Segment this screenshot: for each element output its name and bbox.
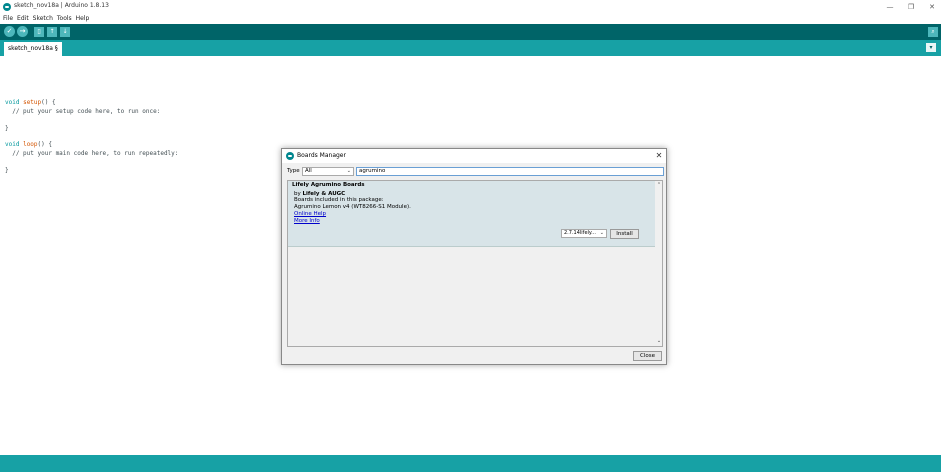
scroll-down-icon[interactable]: ⌄ — [655, 338, 662, 345]
menu-file[interactable]: File — [0, 14, 15, 23]
window-title-bar: sketch_nov18a | Arduino 1.8.13 — ❐ ✕ — [0, 0, 941, 14]
tab-menu-button[interactable]: ▾ — [926, 43, 936, 52]
search-input[interactable]: agrumino — [356, 167, 664, 176]
chevron-down-icon: ⌄ — [599, 230, 604, 236]
arduino-logo-icon — [286, 152, 294, 160]
close-window-button[interactable]: ✕ — [923, 1, 941, 13]
new-sketch-button[interactable]: ▯ — [34, 27, 44, 37]
tab-sketch[interactable]: sketch_nov18a § — [4, 42, 62, 56]
open-sketch-button[interactable]: ↑ — [47, 27, 57, 37]
menu-sketch[interactable]: Sketch — [31, 14, 55, 23]
menu-bar: File Edit Sketch Tools Help — [0, 14, 91, 23]
status-bar — [0, 455, 941, 472]
verify-button[interactable]: ✓ — [4, 26, 15, 37]
type-label: Type — [287, 168, 300, 174]
results-scrollbar[interactable]: ⌃ ⌄ — [655, 181, 662, 346]
menu-tools[interactable]: Tools — [55, 14, 74, 23]
dialog-title-bar: Boards Manager ✕ — [282, 149, 666, 163]
code-function: setup — [23, 99, 42, 106]
upload-button[interactable]: → — [17, 26, 28, 37]
code-keyword: void — [5, 99, 20, 106]
dialog-close-icon[interactable]: ✕ — [654, 150, 664, 162]
arduino-ide-window: sketch_nov18a | Arduino 1.8.13 — ❐ ✕ Fil… — [0, 0, 941, 472]
boards-manager-dialog: Boards Manager ✕ Type All ⌄ agrumino Lif… — [281, 148, 667, 365]
scroll-up-icon[interactable]: ⌃ — [655, 182, 662, 189]
install-button[interactable]: Install — [610, 229, 639, 239]
code-comment: // put your setup code here, to run once… — [5, 108, 161, 115]
boards-included-label: Boards included in this package: — [294, 197, 384, 203]
code-text: () { — [41, 99, 56, 106]
code-text: () { — [37, 141, 52, 148]
save-sketch-button[interactable]: ↓ — [60, 27, 70, 37]
package-name: Lifely Agrumino Boards — [292, 182, 365, 188]
serial-monitor-button[interactable]: ⌕ — [928, 27, 938, 37]
arduino-logo-icon — [3, 3, 11, 11]
menu-edit[interactable]: Edit — [15, 14, 31, 23]
code-line: } — [5, 167, 9, 174]
menu-help[interactable]: Help — [74, 14, 92, 23]
close-button[interactable]: Close — [633, 351, 662, 361]
list-item[interactable]: Lifely Agrumino Boards by Lifely & AUGC … — [288, 181, 655, 247]
type-select-value: All — [305, 168, 312, 174]
code-line: } — [5, 125, 9, 132]
minimize-button[interactable]: — — [881, 1, 899, 13]
code-keyword: void — [5, 141, 20, 148]
code-comment: // put your main code here, to run repea… — [5, 150, 179, 157]
results-list[interactable]: Lifely Agrumino Boards by Lifely & AUGC … — [287, 180, 663, 347]
version-select-value: 2.7.14lifely... — [564, 230, 596, 236]
code-line: void setup() { — [5, 99, 56, 106]
toolbar: ✓ → ▯ ↑ ↓ ⌕ — [0, 24, 941, 40]
version-select[interactable]: 2.7.14lifely... ⌄ — [561, 229, 607, 238]
tab-bar: sketch_nov18a § ▾ — [0, 40, 941, 56]
window-title: sketch_nov18a | Arduino 1.8.13 — [14, 2, 109, 9]
boards-list: Agrumino Lemon v4 (WT8266-S1 Module). — [294, 204, 411, 210]
type-select[interactable]: All ⌄ — [302, 167, 354, 176]
dialog-title: Boards Manager — [297, 152, 346, 159]
online-help-link[interactable]: Online Help — [294, 211, 326, 217]
chevron-down-icon: ⌄ — [346, 168, 351, 174]
restore-button[interactable]: ❐ — [902, 1, 920, 13]
code-function: loop — [23, 141, 38, 148]
more-info-link[interactable]: More Info — [294, 218, 320, 224]
code-line: void loop() { — [5, 141, 52, 148]
